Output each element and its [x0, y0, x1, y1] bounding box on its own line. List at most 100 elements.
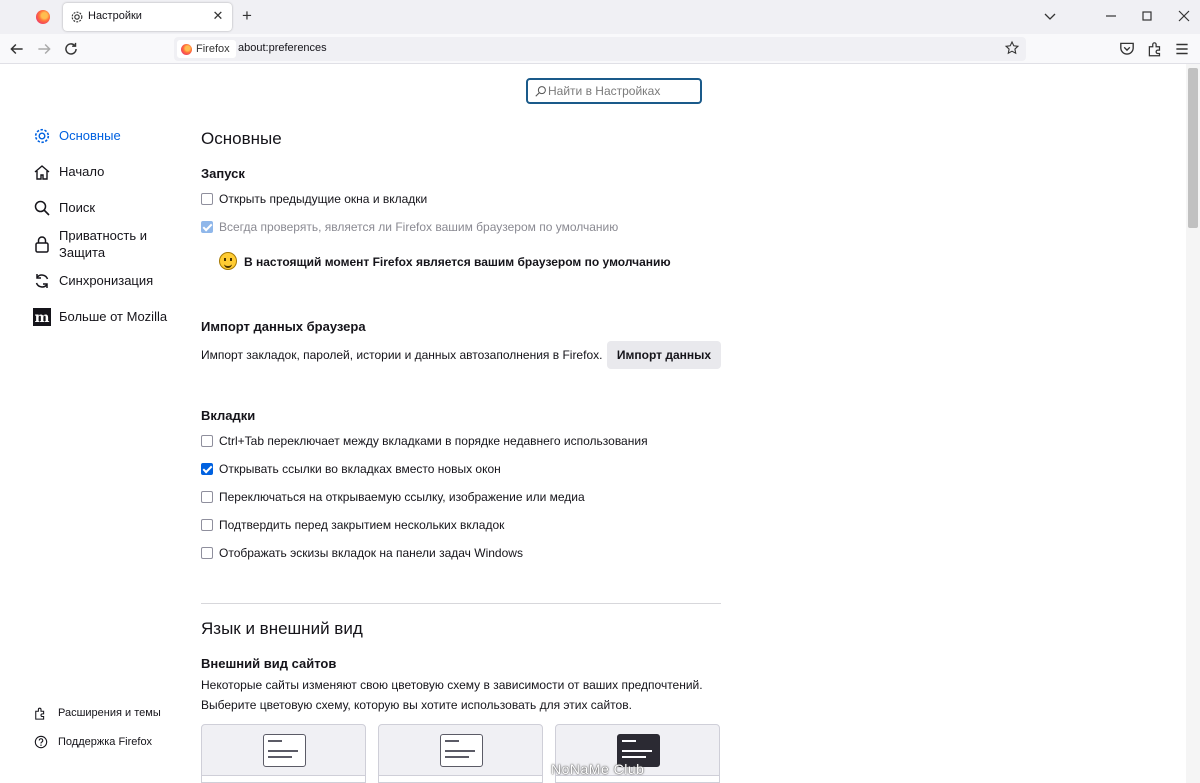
maximize-icon[interactable]: [1139, 8, 1155, 24]
default-browser-status: В настоящий момент Firefox является ваши…: [244, 255, 671, 269]
tab-settings[interactable]: Настройки ✕: [63, 3, 232, 31]
theme-card-automatic[interactable]: [201, 724, 366, 783]
taskbar-previews-option[interactable]: Отображать эскизы вкладок на панели зада…: [201, 546, 523, 560]
theme-card-label-area: [379, 775, 542, 782]
sidebar-item-label: Поиск: [59, 200, 96, 215]
chevron-down-icon[interactable]: [1041, 8, 1059, 24]
section-divider: [201, 603, 721, 604]
sidebar-item-label: Приватность и Защита: [59, 228, 148, 260]
lock-icon: [35, 236, 49, 253]
startup-heading: Запуск: [201, 166, 245, 181]
sidebar-item-addons[interactable]: Расширения и темы: [34, 706, 161, 720]
smiley-icon: [219, 252, 237, 270]
taskbar-previews-checkbox[interactable]: [201, 547, 213, 559]
close-window-icon[interactable]: [1176, 8, 1192, 24]
back-icon[interactable]: [8, 40, 26, 58]
gear-icon: [34, 128, 50, 144]
identity-box[interactable]: Firefox: [177, 40, 236, 58]
open-links-in-tabs-option[interactable]: Открывать ссылки во вкладках вместо новы…: [201, 462, 501, 476]
preview-line: [268, 750, 298, 752]
watermark: NoNaMe Club: [551, 761, 645, 777]
url-text[interactable]: about:preferences: [238, 42, 327, 54]
switch-to-new-tab-checkbox[interactable]: [201, 491, 213, 503]
switch-to-new-tab-option[interactable]: Переключаться на открываемую ссылку, изо…: [201, 490, 585, 504]
preview-line: [268, 756, 292, 758]
sidebar-item-label: Больше от Mozilla: [59, 309, 168, 324]
preview-line: [622, 756, 646, 758]
firefox-view-icon[interactable]: [36, 10, 50, 24]
ctrl-tab-label: Ctrl+Tab переключает между вкладками в п…: [219, 434, 648, 448]
open-links-in-tabs-checkbox[interactable]: [201, 463, 213, 475]
theme-card-label-area: [202, 775, 365, 782]
search-input[interactable]: [548, 83, 698, 99]
mozilla-icon: m: [33, 308, 51, 326]
language-appearance-title: Язык и внешний вид: [201, 619, 363, 638]
menu-icon[interactable]: [1173, 40, 1191, 58]
restore-session-checkbox[interactable]: [201, 193, 213, 205]
minimize-icon[interactable]: [1103, 8, 1119, 24]
ctrl-tab-checkbox[interactable]: [201, 435, 213, 447]
sidebar-foot-label: Расширения и темы: [58, 707, 161, 719]
sidebar-item-label: Начало: [59, 164, 105, 179]
forward-icon[interactable]: [35, 40, 53, 58]
sidebar-item-more-from-mozilla[interactable]: m Больше от Mozilla: [33, 308, 167, 326]
extensions-icon[interactable]: [1146, 40, 1164, 58]
sidebar-item-sync[interactable]: Синхронизация: [33, 272, 153, 290]
firefox-logo-icon: [181, 43, 192, 55]
sidebar-item-support[interactable]: Поддержка Firefox: [34, 735, 152, 749]
sync-icon: [35, 274, 49, 288]
import-heading: Импорт данных браузера: [201, 319, 366, 334]
open-links-in-tabs-label: Открывать ссылки во вкладках вместо новы…: [219, 462, 501, 476]
import-description: Импорт закладок, паролей, истории и данн…: [201, 348, 603, 362]
theme-preview-light: [440, 734, 483, 767]
switch-to-new-tab-label: Переключаться на открываемую ссылку, изо…: [219, 490, 585, 504]
sidebar-item-search[interactable]: Поиск: [33, 199, 95, 217]
preview-line: [622, 750, 652, 752]
check-default-label: Всегда проверять, является ли Firefox ва…: [219, 220, 619, 234]
sidebar-item-home[interactable]: Начало: [33, 163, 104, 181]
preview-line: [445, 740, 459, 742]
new-tab-button[interactable]: +: [238, 6, 256, 26]
tab-title: Настройки: [88, 10, 142, 22]
scrollbar[interactable]: [1186, 64, 1200, 783]
gear-icon: [71, 11, 83, 23]
help-icon: [34, 735, 48, 749]
sidebar-item-label: Синхронизация: [59, 273, 154, 288]
sidebar-item-label: Основные: [59, 128, 121, 143]
appearance-description-1: Некоторые сайты изменяют свою цветовую с…: [201, 678, 703, 692]
page-title: Основные: [201, 129, 282, 148]
appearance-description-2: Выберите цветовую схему, которую вы хоти…: [201, 698, 632, 712]
import-data-button[interactable]: Импорт данных: [607, 341, 721, 369]
restore-session-label: Открыть предыдущие окна и вкладки: [219, 192, 428, 206]
search-icon: [34, 200, 50, 216]
website-appearance-heading: Внешний вид сайтов: [201, 656, 337, 671]
reload-icon[interactable]: [62, 40, 80, 58]
preview-line: [268, 740, 282, 742]
warn-on-close-option[interactable]: Подтвердить перед закрытием нескольких в…: [201, 518, 504, 532]
preview-line: [445, 756, 469, 758]
close-tab-icon[interactable]: ✕: [211, 8, 225, 24]
url-bar[interactable]: Firefox about:preferences: [174, 37, 1026, 61]
settings-search[interactable]: [526, 78, 702, 104]
sidebar-item-general[interactable]: Основные: [33, 127, 121, 145]
puzzle-icon: [35, 707, 45, 720]
svg-text:m: m: [35, 310, 50, 326]
home-icon: [34, 165, 50, 180]
search-icon: [535, 86, 546, 97]
theme-preview-light: [263, 734, 306, 767]
check-default-checkbox: [201, 221, 213, 233]
ctrl-tab-option[interactable]: Ctrl+Tab переключает между вкладками в п…: [201, 434, 648, 448]
identity-label: Firefox: [196, 43, 230, 55]
warn-on-close-label: Подтвердить перед закрытием нескольких в…: [219, 518, 505, 532]
sidebar-item-privacy[interactable]: Приватность и Защита: [33, 227, 169, 261]
restore-session-option[interactable]: Открыть предыдущие окна и вкладки: [201, 192, 427, 206]
pocket-icon[interactable]: [1118, 40, 1136, 58]
tab-strip: Настройки ✕ +: [0, 0, 1200, 34]
bookmark-star-icon[interactable]: [1004, 40, 1020, 56]
theme-card-light[interactable]: [378, 724, 543, 783]
warn-on-close-checkbox[interactable]: [201, 519, 213, 531]
scrollbar-thumb[interactable]: [1188, 68, 1198, 228]
preview-line: [622, 740, 636, 742]
taskbar-previews-label: Отображать эскизы вкладок на панели зада…: [219, 546, 523, 560]
preview-line: [445, 750, 475, 752]
